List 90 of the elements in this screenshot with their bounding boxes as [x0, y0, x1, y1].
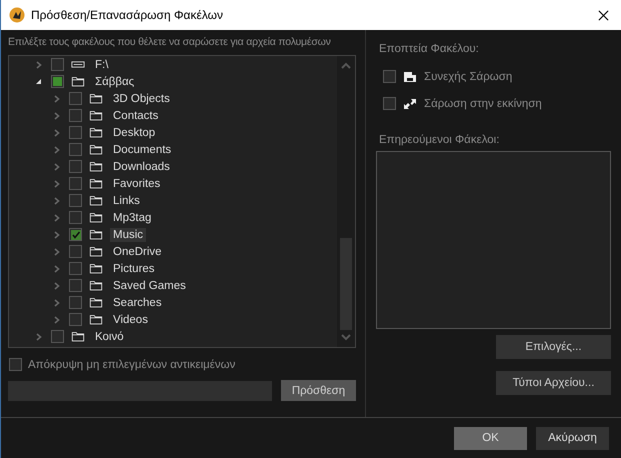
checkbox[interactable]	[69, 177, 82, 190]
checkbox[interactable]	[69, 160, 82, 173]
chevron-icon[interactable]	[53, 128, 61, 136]
scroll-up-icon[interactable]	[341, 62, 351, 70]
chevron-icon[interactable]	[53, 248, 61, 256]
arrows-icon	[403, 98, 417, 110]
checkbox[interactable]	[9, 358, 22, 371]
chevron-icon[interactable]	[53, 214, 61, 222]
app-icon	[9, 7, 25, 23]
close-icon[interactable]	[598, 10, 609, 20]
checkbox[interactable]	[69, 228, 82, 241]
tree-item[interactable]: F:\	[92, 58, 112, 72]
chevron-icon[interactable]	[53, 162, 61, 170]
tree-item[interactable]: Pictures	[110, 262, 158, 276]
scanner-icon	[403, 70, 417, 82]
chevron-icon[interactable]	[53, 282, 61, 290]
folder-icon	[89, 297, 103, 308]
folder-icon	[71, 76, 85, 87]
checkbox[interactable]	[69, 211, 82, 224]
checkbox[interactable]	[69, 126, 82, 139]
tree-item[interactable]: Saved Games	[110, 278, 189, 292]
chevron-icon[interactable]	[53, 196, 61, 204]
tree-item[interactable]: Desktop	[110, 126, 158, 140]
chevron-icon[interactable]	[35, 332, 43, 340]
chevron-icon[interactable]	[53, 230, 61, 238]
folder-icon	[89, 161, 103, 172]
chevron-icon[interactable]	[35, 60, 43, 68]
folder-icon	[89, 263, 103, 274]
checkbox[interactable]	[383, 97, 396, 110]
scrollbar[interactable]	[337, 56, 355, 347]
checkbox[interactable]	[69, 92, 82, 105]
folder-icon	[89, 246, 103, 257]
checkbox[interactable]	[51, 330, 64, 343]
folder-icon	[89, 127, 103, 138]
chevron-icon[interactable]	[53, 180, 61, 188]
checkbox[interactable]	[69, 262, 82, 275]
option-label: Σάρωση στην εκκίνηση	[424, 98, 542, 110]
folder-icon	[89, 212, 103, 223]
folder-icon	[89, 195, 103, 206]
checkbox[interactable]	[69, 143, 82, 156]
chevron-icon[interactable]	[53, 316, 61, 324]
window-title: Πρόσθεση/Επανασάρωση Φακέλων	[31, 8, 224, 22]
folder-icon	[89, 280, 103, 291]
tree-item[interactable]: Σάββας	[92, 74, 138, 88]
tree-item[interactable]: Links	[110, 194, 143, 208]
tree-item[interactable]: Downloads	[110, 160, 173, 174]
folder-icon	[89, 178, 103, 189]
tree-item[interactable]: Music	[110, 228, 146, 242]
checkbox[interactable]	[69, 296, 82, 309]
tree-item[interactable]: 3D Objects	[110, 92, 173, 106]
expanded-icon[interactable]	[35, 78, 43, 86]
tree-item[interactable]: Κοινό	[92, 330, 127, 344]
checkbox[interactable]	[69, 194, 82, 207]
checkbox[interactable]	[69, 245, 82, 258]
tree-item[interactable]: Searches	[110, 296, 165, 310]
dialog-button[interactable]: Ακύρωση	[536, 426, 609, 450]
option-label: Συνεχής Σάρωση	[424, 70, 512, 82]
instruction-text: Επιλέξτε τους φακέλους που θέλετε να σαρώσετε για αρχεία πολυμέσων	[8, 36, 332, 48]
chevron-icon[interactable]	[53, 298, 61, 306]
section-heading: Επηρεούμενοι Φάκελοι:	[379, 134, 500, 146]
scroll-down-icon[interactable]	[341, 333, 351, 341]
add-button[interactable]: Πρόσθεση	[281, 380, 356, 401]
checkbox[interactable]	[69, 109, 82, 122]
drive-icon	[71, 59, 85, 70]
tree-item[interactable]: Documents	[110, 142, 174, 156]
chevron-icon[interactable]	[53, 94, 61, 102]
side-button[interactable]: Τύποι Αρχείου...	[496, 371, 611, 395]
tree-item[interactable]: Favorites	[110, 176, 164, 190]
folder-icon	[89, 314, 103, 325]
folder-icon	[89, 110, 103, 121]
folder-icon	[89, 229, 103, 240]
folder-icon	[89, 93, 103, 104]
chevron-icon[interactable]	[53, 264, 61, 272]
tree-item[interactable]: OneDrive	[110, 244, 165, 258]
chevron-icon[interactable]	[53, 146, 61, 154]
checkbox[interactable]	[51, 58, 64, 71]
tree-item[interactable]: Videos	[110, 312, 151, 326]
folder-icon	[89, 144, 103, 155]
checkbox-label: Απόκρυψη μη επιλεγμένων αντικειμένων	[28, 358, 236, 370]
folder-icon	[71, 331, 85, 342]
chevron-icon[interactable]	[53, 112, 61, 120]
checkbox[interactable]	[69, 313, 82, 326]
tree-item[interactable]: Mp3tag	[110, 210, 154, 224]
dialog-button[interactable]: OK	[454, 426, 527, 450]
path-field[interactable]	[8, 380, 272, 400]
tree-item[interactable]: Contacts	[110, 108, 162, 122]
checkbox[interactable]	[69, 279, 82, 292]
side-button[interactable]: Επιλογές...	[496, 335, 611, 359]
section-heading: Εποπτεία Φακέλου:	[379, 43, 480, 55]
checkbox[interactable]	[383, 70, 396, 83]
